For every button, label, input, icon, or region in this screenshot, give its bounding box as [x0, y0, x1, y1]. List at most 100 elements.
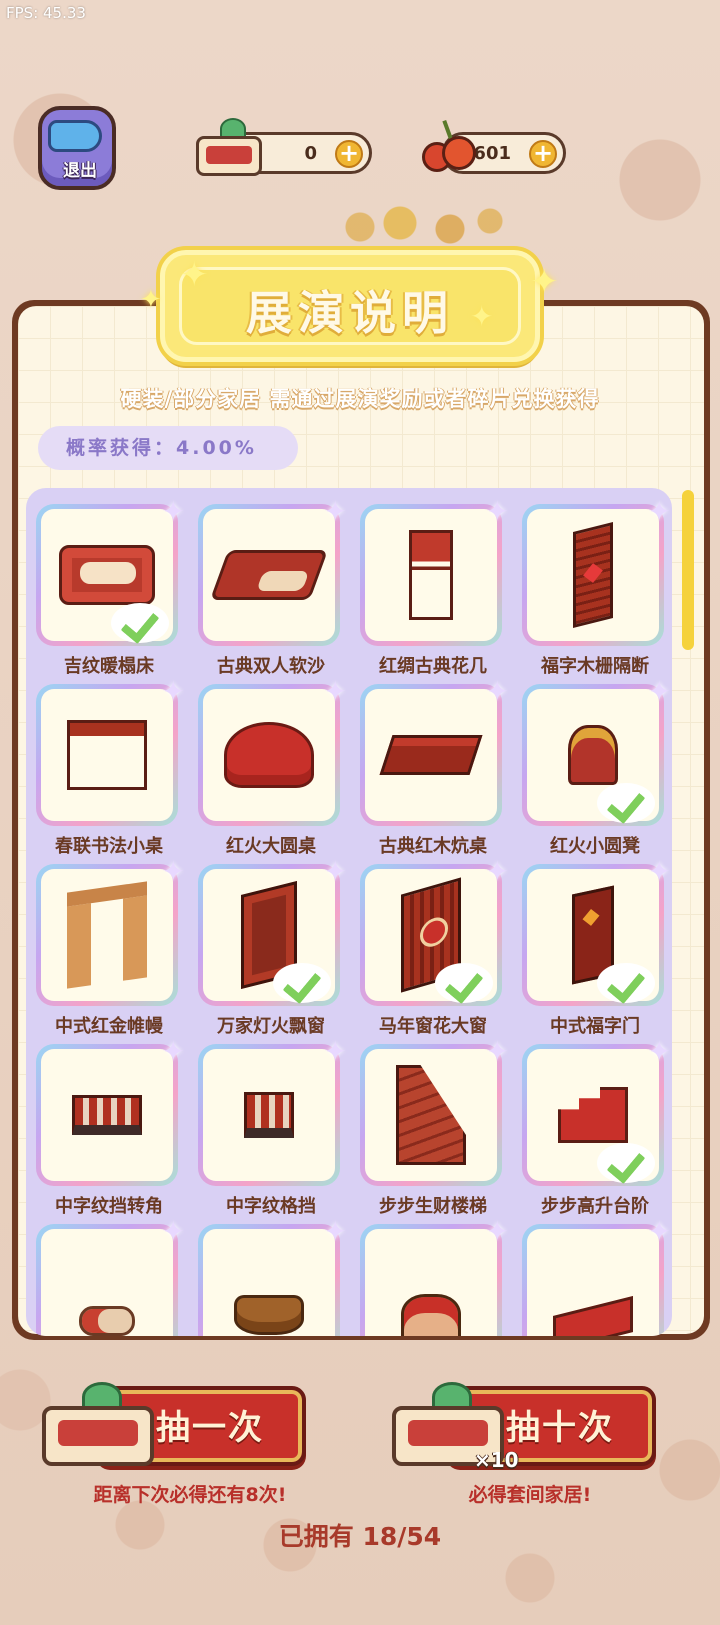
basket-icon: [234, 1294, 304, 1335]
sparkle-icon: ✦: [647, 1035, 671, 1068]
item-card[interactable]: ✦ 吉纹暖榻床: [36, 495, 185, 677]
sparkle-icon: ✦: [647, 855, 671, 888]
item-card-frame: ✦: [198, 1215, 347, 1336]
stairs-icon: [396, 1065, 466, 1165]
item-card[interactable]: ✦ 中字纹格挡: [198, 1035, 347, 1217]
exit-label: 退出: [63, 161, 97, 181]
sparkle-icon: ✦: [323, 495, 347, 528]
draw-ten-badge: ×10: [474, 1448, 519, 1472]
item-card-frame: ✦: [522, 675, 671, 826]
sparkle-icon: ✦: [470, 300, 494, 333]
item-card-frame: ✦: [522, 855, 671, 1006]
sparkle-icon: ✦: [485, 675, 509, 708]
item-card-frame: ✦: [36, 1215, 185, 1336]
scrollbar[interactable]: [682, 490, 694, 650]
draw-one-button[interactable]: 抽一次: [36, 1380, 306, 1472]
item-card-frame: ✦: [522, 1215, 671, 1336]
owned-check-icon: [597, 783, 655, 823]
ticket-icon: [36, 1382, 160, 1472]
item-card-frame: ✦: [36, 855, 185, 1006]
item-card-frame: ✦: [360, 1215, 509, 1336]
horse-icon: [401, 1293, 461, 1336]
sparkle-icon: ✦: [180, 255, 209, 295]
draw-ten-label: 抽十次: [506, 1408, 614, 1448]
curtain-icon: [67, 881, 147, 989]
rail-icon: [72, 1095, 142, 1135]
item-card[interactable]: ✦: [36, 1215, 185, 1336]
item-card[interactable]: ✦ 福字木栅隔断: [522, 495, 671, 677]
sparkle-icon: ✦: [647, 495, 671, 528]
ticket-count: 0: [304, 143, 317, 164]
item-card[interactable]: ✦ 中式福字门: [522, 855, 671, 1037]
rail2-icon: [244, 1092, 294, 1138]
item-card[interactable]: ✦ 红火小圆凳: [522, 675, 671, 857]
item-card[interactable]: ✦ 红火大圆桌: [198, 675, 347, 857]
item-grid: ✦ 吉纹暖榻床 ✦ 古典双人软沙 ✦ 红绸古典花几 ✦ 福字木栅隔断 ✦ 春联书法小桌 ✦ 红火大圆桌…: [36, 495, 671, 1336]
item-card-frame: ✦: [360, 1035, 509, 1186]
sparkle-icon: ✦: [485, 1215, 509, 1248]
add-cherry-button[interactable]: +: [529, 140, 557, 168]
sparkle-icon: ✦: [161, 495, 185, 528]
item-card[interactable]: ✦ 中式红金帷幔: [36, 855, 185, 1037]
stool-icon: [568, 725, 618, 785]
item-card-frame: ✦: [198, 855, 347, 1006]
item-card[interactable]: ✦: [198, 1215, 347, 1336]
draw-one-label: 抽一次: [156, 1408, 264, 1448]
sparkle-icon: ✦: [530, 262, 559, 302]
item-card[interactable]: ✦ 中字纹挡转角: [36, 1035, 185, 1217]
item-card[interactable]: ✦ 古典双人软沙: [198, 495, 347, 677]
gold-coins-decoration: [340, 205, 520, 245]
item-card-frame: ✦: [36, 495, 185, 646]
cherry-icon: [420, 119, 480, 178]
panel-subtitle: 硬装/部分家居 需通过展演奖励或者碎片兑换获得: [120, 387, 600, 411]
item-card[interactable]: ✦ 万家灯火飘窗: [198, 855, 347, 1037]
item-card-frame: ✦: [198, 1035, 347, 1186]
item-card-frame: ✦: [522, 1035, 671, 1186]
item-card[interactable]: ✦ 步步生财楼梯: [360, 1035, 509, 1217]
sparkle-icon: ✦: [323, 855, 347, 888]
draw-ten-button[interactable]: ×10 抽十次: [386, 1380, 656, 1472]
item-card-frame: ✦: [198, 675, 347, 826]
sparkle-icon: ✦: [140, 285, 162, 315]
item-card[interactable]: ✦ 古典红木炕桌: [360, 675, 509, 857]
owned-check-icon: [435, 963, 493, 1003]
item-card[interactable]: ✦: [522, 1215, 671, 1336]
desk-icon: [67, 720, 147, 790]
sparkle-icon: ✦: [323, 1215, 347, 1248]
item-card[interactable]: ✦ 步步高升台阶: [522, 1035, 671, 1217]
scroll-icon: [79, 1306, 135, 1336]
banner-icon: [553, 1296, 633, 1336]
stand-icon: [409, 530, 453, 620]
ticket-icon: [196, 118, 266, 176]
fps-counter: FPS: 45.33: [6, 4, 86, 22]
item-card-frame: ✦: [36, 675, 185, 826]
owned-check-icon: [273, 963, 331, 1003]
item-grid-container[interactable]: ✦ 吉纹暖榻床 ✦ 古典双人软沙 ✦ 红绸古典花几 ✦ 福字木栅隔断 ✦ 春联书法小桌 ✦ 红火大圆桌…: [26, 488, 672, 1336]
exit-button[interactable]: 退出: [38, 100, 120, 192]
steps-icon: [558, 1087, 628, 1143]
item-card-frame: ✦: [360, 675, 509, 826]
item-card-frame: ✦: [198, 495, 347, 646]
item-card[interactable]: ✦: [360, 1215, 509, 1336]
sparkle-icon: ✦: [323, 1035, 347, 1068]
owned-check-icon: [597, 1143, 655, 1183]
sparkle-icon: ✦: [485, 855, 509, 888]
round-icon: [224, 722, 314, 788]
item-card-frame: ✦: [522, 495, 671, 646]
item-card-frame: ✦: [360, 855, 509, 1006]
draw-one-hint: 距离下次必得还有8次!: [93, 1484, 287, 1506]
sparkle-icon: ✦: [161, 855, 185, 888]
sparkle-icon: ✦: [161, 1215, 185, 1248]
item-card[interactable]: ✦ 春联书法小桌: [36, 675, 185, 857]
item-card-frame: ✦: [36, 1035, 185, 1186]
sparkle-icon: ✦: [647, 675, 671, 708]
item-card[interactable]: ✦ 马年窗花大窗: [360, 855, 509, 1037]
owned-check-icon: [597, 963, 655, 1003]
item-card-frame: ✦: [360, 495, 509, 646]
sparkle-icon: ✦: [161, 1035, 185, 1068]
item-card[interactable]: ✦ 红绸古典花几: [360, 495, 509, 677]
draw-ten-hint: 必得套间家居!: [468, 1484, 592, 1506]
add-ticket-button[interactable]: +: [335, 140, 363, 168]
sparkle-icon: ✦: [161, 675, 185, 708]
back-arrow-icon: [48, 120, 102, 152]
